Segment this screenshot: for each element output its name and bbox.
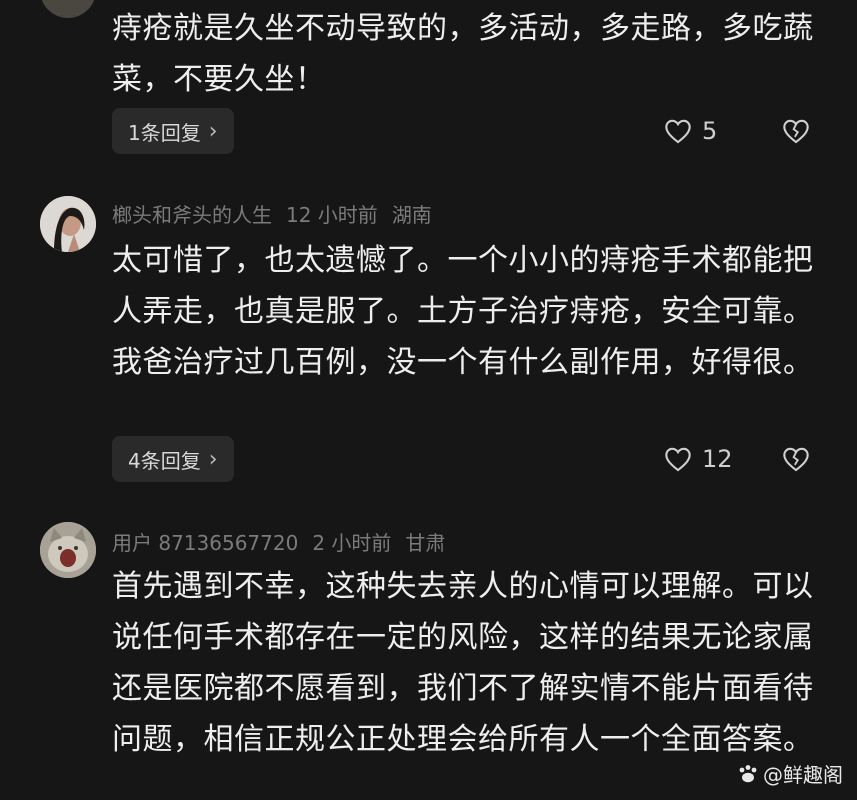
avatar[interactable] bbox=[40, 196, 96, 252]
location: 甘肃 bbox=[405, 531, 446, 555]
like-button[interactable]: 5 bbox=[664, 117, 717, 145]
like-button[interactable]: 12 bbox=[664, 445, 733, 473]
username[interactable]: 用户 87136567720 bbox=[112, 531, 298, 555]
broken-heart-icon bbox=[783, 119, 809, 144]
broken-heart-icon bbox=[783, 447, 809, 472]
replies-label: 1条回复 bbox=[128, 120, 201, 145]
dislike-button[interactable] bbox=[782, 446, 810, 476]
paw-icon bbox=[739, 764, 757, 782]
replies-label: 4条回复 bbox=[128, 448, 201, 473]
comment-text: 痔疮就是久坐不动导致的，多活动，多走路，多吃蔬菜，不要久坐！ bbox=[112, 11, 814, 97]
chevron-right-icon: › bbox=[208, 118, 218, 144]
dislike-button[interactable] bbox=[782, 118, 810, 148]
comment-text: 太可惜了，也太遗憾了。一个小小的痔疮手术都能把人弄走，也真是服了。土方子治疗痔疮… bbox=[112, 243, 814, 380]
replies-button[interactable]: 1条回复 › bbox=[112, 108, 234, 154]
comment-text: 首先遇到不幸，这种失去亲人的心情可以理解。可以说任何手术都存在一定的风险，这样的… bbox=[112, 569, 814, 757]
comment-meta: 榔头和斧头的人生 12 小时前 湖南 bbox=[112, 199, 446, 228]
like-count: 5 bbox=[702, 117, 718, 145]
watermark-text: @鲜趣阁 bbox=[763, 763, 843, 787]
comment-meta: 用户 87136567720 2 小时前 甘肃 bbox=[112, 527, 459, 556]
timestamp: 2 小时前 bbox=[312, 531, 392, 555]
watermark: @鲜趣阁 bbox=[737, 759, 843, 788]
username[interactable]: 榔头和斧头的人生 bbox=[112, 203, 272, 227]
heart-icon bbox=[665, 119, 691, 144]
like-count: 12 bbox=[702, 445, 733, 473]
avatar-image bbox=[40, 522, 96, 578]
heart-icon bbox=[665, 447, 691, 472]
location: 湖南 bbox=[391, 203, 432, 227]
replies-button[interactable]: 4条回复 › bbox=[112, 436, 234, 482]
chevron-right-icon: › bbox=[208, 446, 218, 472]
timestamp: 12 小时前 bbox=[286, 203, 378, 227]
avatar-image bbox=[40, 196, 96, 252]
avatar[interactable] bbox=[40, 0, 96, 18]
avatar[interactable] bbox=[40, 522, 96, 578]
